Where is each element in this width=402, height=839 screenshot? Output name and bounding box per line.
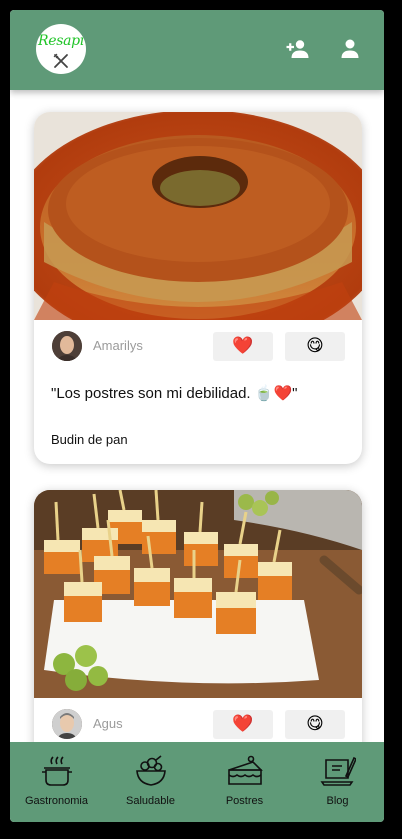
bottom-navigation: Gastronomia Saludable Postres Blog xyxy=(10,742,384,822)
heart-icon: ❤️ xyxy=(232,336,254,356)
dish-name: Budin de pan xyxy=(51,432,128,447)
yum-reaction-button[interactable]: 😋 xyxy=(285,332,345,361)
top-app-bar: Resapi xyxy=(10,10,384,90)
post-photo-flan[interactable] xyxy=(34,112,362,320)
app-screen: Resapi Amarilys ❤️ 😋 "Los postres son mi… xyxy=(10,10,384,822)
cake-slice-icon xyxy=(227,755,263,785)
nav-item-postres[interactable]: Postres xyxy=(198,742,291,822)
nav-label: Postres xyxy=(225,795,264,807)
author-name[interactable]: Amarilys xyxy=(93,338,143,353)
nav-label: Saludable xyxy=(126,795,175,807)
like-button[interactable]: ❤️ xyxy=(213,710,273,739)
person-icon[interactable] xyxy=(341,39,359,59)
post-card[interactable]: Amarilys ❤️ 😋 "Los postres son mi debili… xyxy=(34,112,362,464)
post-meta: Amarilys ❤️ 😋 xyxy=(34,320,362,374)
logo-text: Resapi xyxy=(38,33,84,49)
laptop-pen-icon xyxy=(320,756,356,786)
salad-bowl-icon xyxy=(135,755,166,786)
yum-face-icon: 😋 xyxy=(306,714,324,734)
post-meta: Agus ❤️ 😋 xyxy=(34,698,362,742)
yum-face-icon: 😋 xyxy=(306,336,324,356)
post-caption: "Los postres son mi debilidad. 🍵❤️" xyxy=(51,385,298,402)
post-feed[interactable]: Amarilys ❤️ 😋 "Los postres son mi debili… xyxy=(10,90,384,742)
person-add-icon[interactable] xyxy=(286,39,310,59)
heart-icon: ❤️ xyxy=(232,714,254,734)
fork-knife-icon xyxy=(53,53,68,68)
nav-item-blog[interactable]: Blog xyxy=(291,742,384,822)
post-photo-cheese-quince[interactable] xyxy=(34,490,362,698)
post-card[interactable]: Agus ❤️ 😋 xyxy=(34,490,362,742)
nav-label: Gastronomia xyxy=(25,795,88,807)
like-button[interactable]: ❤️ xyxy=(213,332,273,361)
yum-reaction-button[interactable]: 😋 xyxy=(285,710,345,739)
cooking-pot-icon xyxy=(41,756,72,786)
author-avatar[interactable] xyxy=(52,331,82,361)
nav-item-saludable[interactable]: Saludable xyxy=(104,742,197,822)
author-avatar[interactable] xyxy=(52,709,82,739)
author-name[interactable]: Agus xyxy=(93,716,123,731)
nav-label: Blog xyxy=(326,795,349,807)
app-logo[interactable]: Resapi xyxy=(36,24,86,74)
nav-item-gastronomia[interactable]: Gastronomia xyxy=(10,742,103,822)
